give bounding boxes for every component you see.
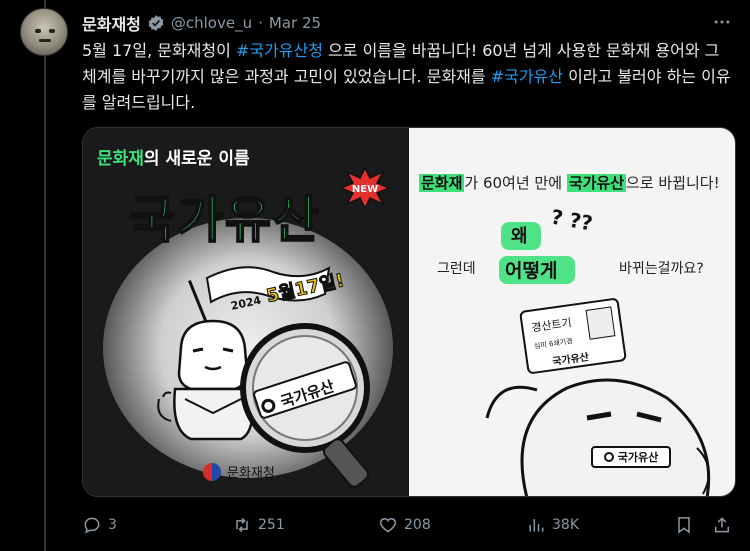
- avatar-eye-left: [35, 29, 41, 33]
- question-right: 바뀌는걸까요?: [619, 261, 704, 277]
- reply-icon: [84, 517, 100, 534]
- right-headline-mid: 가 60여년 만에: [464, 174, 567, 192]
- left-subtitle-rest: 의 새로운 이름: [143, 149, 250, 169]
- like-button[interactable]: 208: [378, 515, 431, 535]
- tweet-text-part: 5월 17일, 문화재청이: [82, 41, 236, 60]
- cha-logo-text: 문화재청: [227, 466, 275, 481]
- tweet-media[interactable]: 문화재의 새로운 이름 국가유산 NEW 2024 5월17일! 국가유산 문화…: [82, 127, 736, 497]
- handle[interactable]: @chlove_u: [171, 14, 252, 32]
- views-icon: [529, 519, 544, 532]
- like-icon: [379, 517, 397, 533]
- new-burst-icon: NEW: [339, 166, 391, 210]
- avatar-eye-right: [49, 29, 55, 33]
- reply-button[interactable]: 3: [82, 515, 117, 535]
- action-bar: 3 251 208 38K: [82, 512, 736, 538]
- how-text: 어떻게: [505, 260, 558, 282]
- tweet-text: 5월 17일, 문화재청이 #국가유산청 으로 이름을 바꿉니다! 60년 넘게…: [82, 38, 732, 116]
- new-badge-text: NEW: [352, 184, 378, 195]
- highlight-national-heritage: 국가유산: [566, 174, 627, 192]
- share-icon: [715, 517, 729, 533]
- flag-year: 2024: [229, 293, 263, 313]
- badge-icon: [603, 452, 614, 462]
- badge-icon: [259, 397, 278, 415]
- display-name[interactable]: 문화재청: [82, 11, 141, 35]
- more-button[interactable]: [710, 10, 734, 34]
- media-image-right[interactable]: 문화재 가 60여년 만에 국가유산 으로 바뀝니다! 왜 ? ?? 그런데 어떻게…: [409, 128, 735, 496]
- highlight-cultural-heritage: 문화재: [419, 174, 465, 192]
- right-headline: 문화재 가 60여년 만에 국가유산 으로 바뀝니다!: [419, 172, 720, 193]
- retweet-icon: [236, 517, 248, 533]
- media-image-left[interactable]: 문화재의 새로운 이름 국가유산 NEW 2024 5월17일! 국가유산 문화…: [83, 128, 409, 496]
- like-count: 208: [404, 517, 431, 533]
- thread-line: [44, 0, 46, 551]
- retweet-button[interactable]: 251: [232, 515, 285, 535]
- id-card-title: 경산트기: [530, 316, 573, 335]
- bookmark-button[interactable]: [674, 515, 694, 535]
- id-card-photo: [585, 306, 616, 340]
- id-card-sub: 심미 6쇄기경: [533, 337, 574, 351]
- tweet-date[interactable]: Mar 25: [269, 14, 321, 32]
- question-marks: ? ??: [549, 204, 595, 236]
- retweet-count: 251: [258, 517, 285, 533]
- avatar-mouth: [39, 39, 51, 42]
- why-text: 왜: [511, 226, 528, 247]
- right-headline-end: 으로 바뀝니다!: [626, 174, 720, 192]
- avatar[interactable]: [20, 8, 68, 56]
- cha-logo: 문화재청: [203, 462, 275, 481]
- reply-count: 3: [108, 517, 117, 533]
- hashtag-link[interactable]: #국가유산청: [236, 41, 323, 60]
- more-icon: [714, 20, 730, 24]
- bookmark-icon: [678, 517, 690, 534]
- left-subtitle: 문화재의 새로운 이름: [97, 144, 250, 169]
- taeguk-icon: [203, 462, 221, 481]
- views-count: 38K: [552, 517, 579, 533]
- id-card-name: 국가유산: [551, 352, 590, 369]
- verified-icon: [148, 15, 164, 31]
- badge-right-text: 국가유산: [617, 451, 659, 464]
- share-button[interactable]: [712, 515, 732, 535]
- left-subtitle-highlight: 문화재: [97, 149, 144, 169]
- national-heritage-badge: 국가유산: [591, 446, 671, 468]
- views-button[interactable]: 38K: [526, 515, 579, 535]
- separator-dot: ·: [258, 14, 263, 32]
- left-title: 국가유산: [128, 190, 321, 250]
- hashtag-link[interactable]: #국가유산: [491, 67, 563, 86]
- question-left: 그런데: [437, 261, 476, 277]
- tweet-header: 문화재청 @chlove_u · Mar 25: [82, 12, 321, 34]
